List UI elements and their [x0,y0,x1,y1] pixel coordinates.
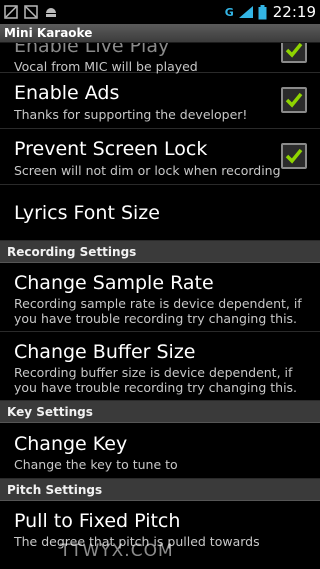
status-bar: G 22:19 [0,0,320,24]
pref-title: Change Buffer Size [14,341,196,363]
pref-lyrics-font-size[interactable]: Lyrics Font Size [0,185,320,241]
android-icon [46,8,56,17]
pref-enable-live-play[interactable]: Enable Live Play Vocal from MIC will be … [0,43,320,74]
check-icon [285,148,303,164]
pref-title: Pull to Fixed Pitch [14,510,181,532]
pref-summary: Thanks for supporting the developer! [14,107,248,122]
image-icon [4,5,18,19]
pref-prevent-screen-lock[interactable]: Prevent Screen Lock Screen will not dim … [0,129,320,185]
pref-summary: Recording sample rate is device dependen… [14,296,302,326]
checkbox-live-play[interactable] [281,43,307,63]
pref-title: Enable Live Play [14,43,170,57]
preferences-list[interactable]: Enable Live Play Vocal from MIC will be … [0,43,320,569]
pref-title: Enable Ads [14,82,120,104]
pref-change-buffer-size[interactable]: Change Buffer Size Recording buffer size… [0,332,320,401]
section-header-pitch: Pitch Settings [0,479,320,501]
watermark: TTWYX.COM [60,541,174,561]
battery-icon [258,4,267,19]
section-header-key: Key Settings [0,401,320,423]
pref-enable-ads[interactable]: Enable Ads Thanks for supporting the dev… [0,73,320,129]
pref-change-sample-rate[interactable]: Change Sample Rate Recording sample rate… [0,263,320,332]
pref-summary: Screen will not dim or lock when recordi… [14,163,281,178]
pref-summary: Vocal from MIC will be played [14,59,198,74]
app-title-bar: Mini Karaoke [0,24,320,43]
clock: 22:19 [272,3,316,21]
check-icon [285,92,303,108]
checkbox-enable-ads[interactable] [281,87,307,113]
pref-title: Lyrics Font Size [14,201,160,224]
pref-summary: Recording buffer size is device dependen… [14,365,298,395]
checkbox-prevent-screen-lock[interactable] [281,143,307,169]
network-type: G [224,5,234,19]
app-title: Mini Karaoke [4,26,93,40]
pref-summary: Change the key to tune to [14,457,178,472]
pref-title: Change Key [14,433,128,455]
check-icon [285,43,303,58]
signal-icon [238,6,253,18]
pref-change-key[interactable]: Change Key Change the key to tune to [0,423,320,479]
pref-title: Change Sample Rate [14,272,214,294]
section-header-recording: Recording Settings [0,241,320,263]
image-icon [24,5,38,19]
pref-title: Prevent Screen Lock [14,138,208,160]
